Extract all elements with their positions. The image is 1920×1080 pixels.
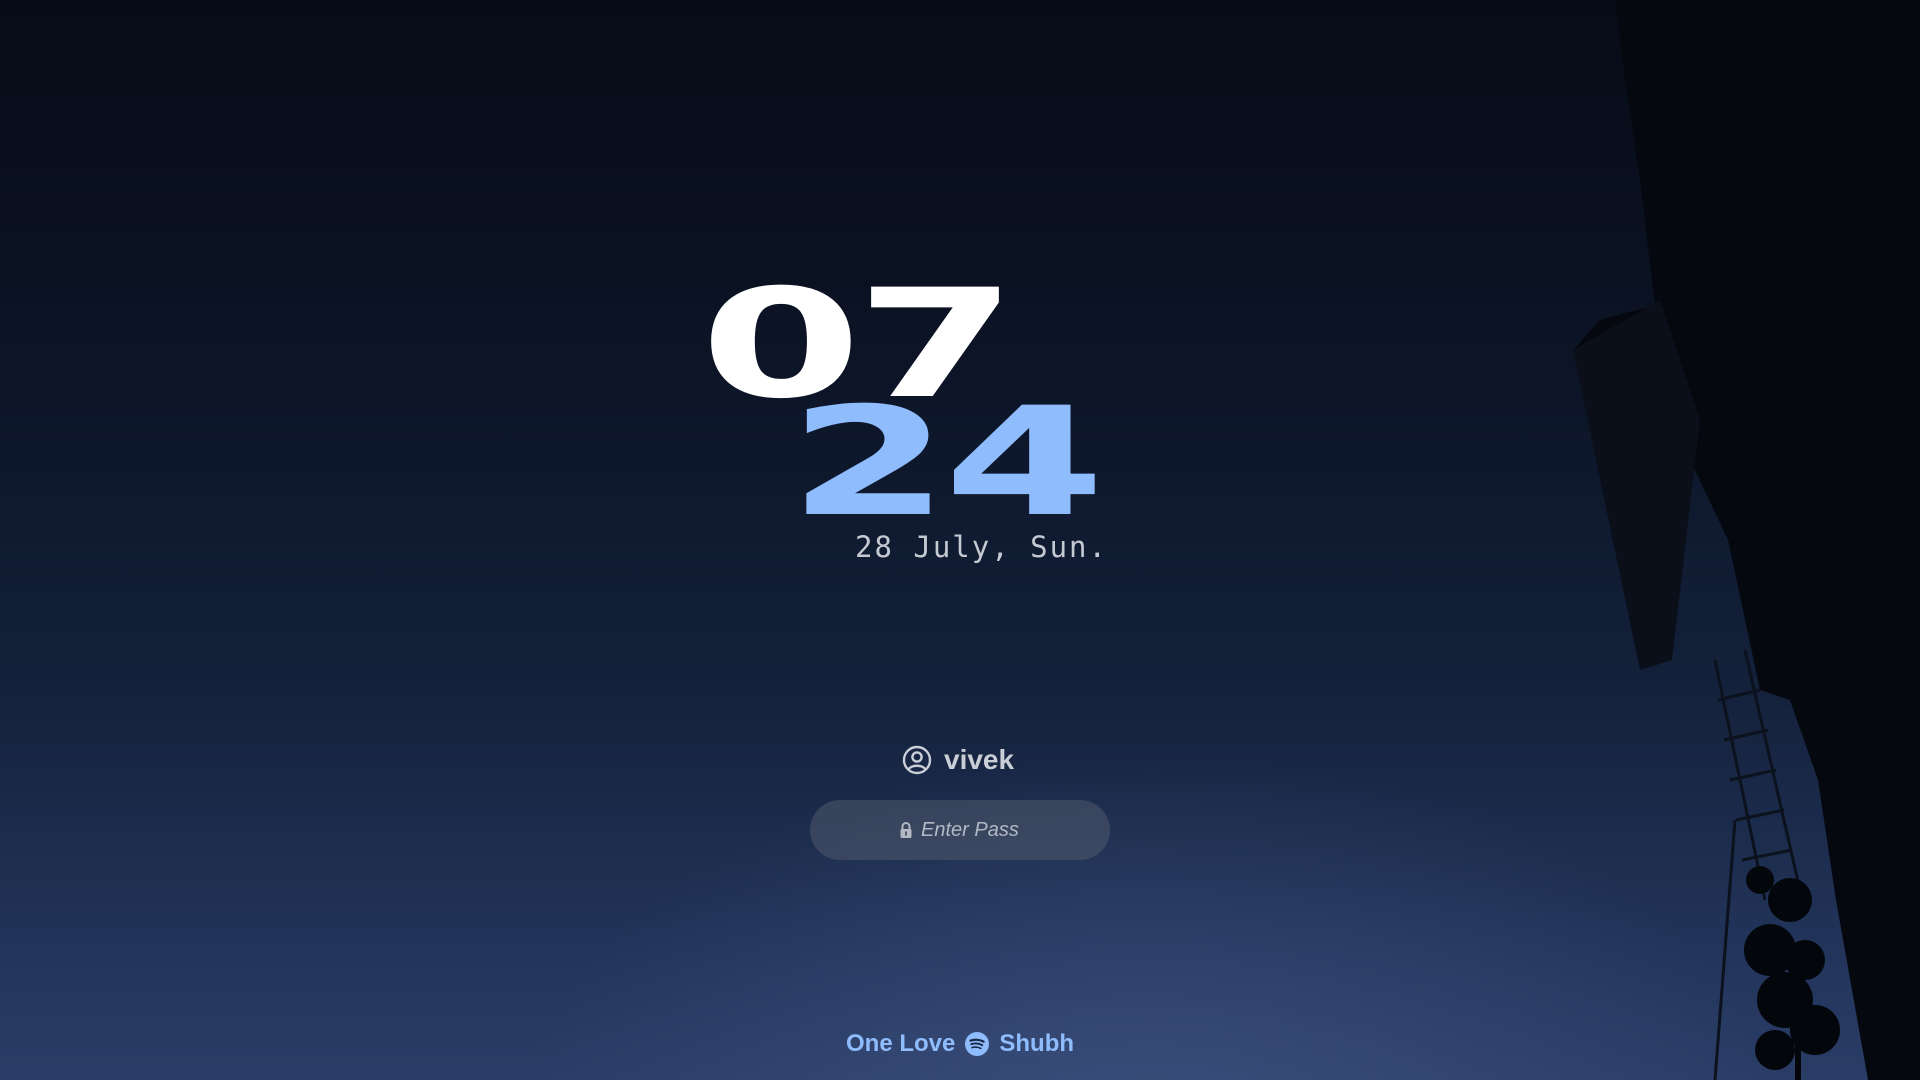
lock-screen: 07 24 28 July, Sun. vivek One Love Shubh <box>0 0 1920 1080</box>
lock-icon <box>900 822 912 838</box>
username: vivek <box>944 744 1015 775</box>
date-label: 28 July, Sun. <box>855 530 1108 564</box>
clock: 07 24 <box>700 270 1160 570</box>
spotify-icon <box>965 1032 990 1056</box>
password-input[interactable] <box>921 818 1021 842</box>
clock-minute: 24 <box>788 376 1105 550</box>
user-circle-icon <box>902 745 932 775</box>
song-title: One Love <box>846 1030 956 1057</box>
password-field[interactable] <box>810 800 1110 860</box>
artist-name: Shubh <box>999 1030 1075 1057</box>
now-playing[interactable]: One Love Shubh <box>846 1027 1074 1061</box>
user-profile: vivek <box>902 740 1014 780</box>
